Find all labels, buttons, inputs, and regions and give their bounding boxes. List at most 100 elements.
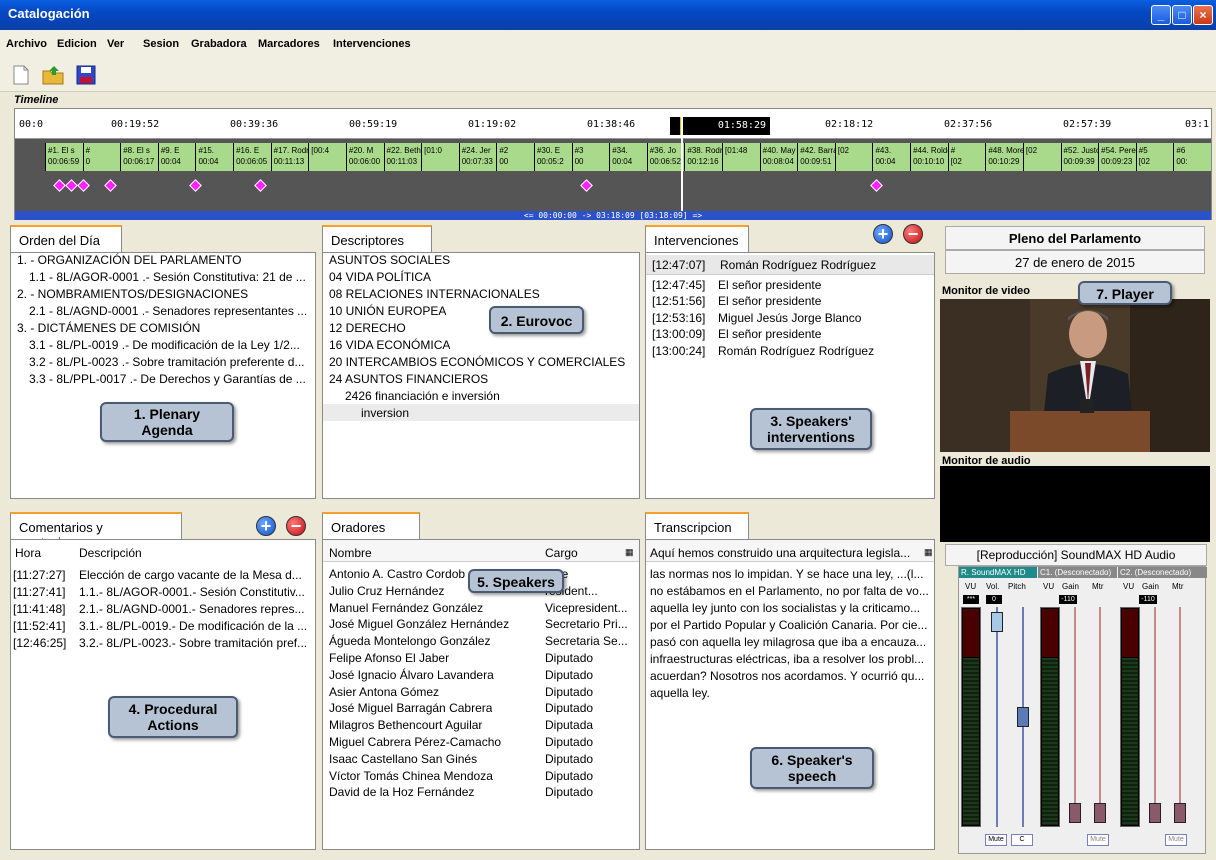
descriptor-item[interactable]: inversion <box>361 406 409 420</box>
agenda-item[interactable]: 1. - ORGANIZACIÓN DEL PARLAMENTO <box>17 253 241 267</box>
open-folder-icon[interactable] <box>42 64 64 86</box>
timeline-segment[interactable]: #30. E 00:05:2 <box>533 143 572 171</box>
timeline-segment[interactable]: [02 <box>1022 143 1061 171</box>
speaker-name[interactable]: José Miguel Barragán Cabrera <box>329 701 492 715</box>
speaker-name[interactable]: Antonio A. Castro Cordob <box>329 567 465 581</box>
playhead[interactable] <box>681 109 683 211</box>
speaker-role[interactable]: Diputado <box>545 785 637 799</box>
speaker-role[interactable]: Vicepresident... <box>545 601 637 615</box>
intervention-time[interactable]: [13:00:24] <box>652 344 705 358</box>
save-icon[interactable] <box>75 64 97 86</box>
timeline-segment[interactable]: #36. Jo 00:06:52 <box>646 143 685 171</box>
timeline-segment[interactable]: #20. M 00:06:00 <box>345 143 384 171</box>
column-descripcion[interactable]: Descripción <box>79 546 142 560</box>
timeline-segment[interactable]: #8. El s 00:06:17 <box>120 143 158 171</box>
mixer-channel-3[interactable]: C2. (Desconectado) <box>1118 567 1207 578</box>
mute-button[interactable]: Mute <box>1165 834 1187 846</box>
transcript-line[interactable]: acuerdan? Nosotros nos acordamos. Y ocur… <box>650 669 934 683</box>
close-icon[interactable]: × <box>1193 5 1213 25</box>
agenda-item[interactable]: 3.3 - 8L/PPL-0017 .- De Derechos y Garan… <box>29 372 306 386</box>
comment-text[interactable]: 3.1.- 8L/PL-0019.- De modificación de la… <box>79 619 311 633</box>
comment-time[interactable]: [11:27:27] <box>13 568 66 582</box>
timeline-segment[interactable]: #9. E 00:04 <box>157 143 196 171</box>
speaker-role[interactable]: Diputado <box>545 735 637 749</box>
column-hora[interactable]: Hora <box>15 546 41 560</box>
tab-oradores[interactable]: Oradores <box>322 512 420 540</box>
descriptor-item[interactable]: 24 ASUNTOS FINANCIEROS <box>329 372 488 386</box>
descriptor-item[interactable]: 04 VIDA POLÍTICA <box>329 270 431 284</box>
timeline-segment[interactable]: [02 <box>834 143 873 171</box>
timeline-segment[interactable]: #40. May 00:08:04 <box>759 143 798 171</box>
intervention-name[interactable]: El señor presidente <box>718 278 821 292</box>
mute-button[interactable]: Mute <box>985 834 1007 846</box>
agenda-item[interactable]: 3.1 - 8L/PL-0019 .- De modificación de l… <box>29 338 300 352</box>
timeline-segment[interactable]: #16. E 00:06:05 <box>233 143 271 171</box>
comment-time[interactable]: [11:27:41] <box>13 585 66 599</box>
speaker-name[interactable]: José Ignacio Álvaro Lavandera <box>329 668 494 682</box>
intervention-name[interactable]: Román Rodríguez Rodríguez <box>718 344 874 358</box>
speaker-role[interactable]: Diputado <box>545 752 637 766</box>
tab-comentarios[interactable]: Comentarios y anotaciones <box>10 512 182 550</box>
speaker-name[interactable]: José Miguel González Hernández <box>329 617 509 631</box>
transcript-line[interactable]: por el Partido Popular y Coalición Canar… <box>650 618 934 632</box>
tab-intervenciones[interactable]: Intervenciones <box>645 225 749 253</box>
gain-fader[interactable] <box>1149 803 1161 823</box>
descriptor-item[interactable]: 10 UNIÓN EUROPEA <box>329 304 446 318</box>
speaker-role[interactable]: Diputado <box>545 651 637 665</box>
descriptor-item[interactable]: 08 RELACIONES INTERNACIONALES <box>329 287 540 301</box>
timeline-ruler[interactable]: 00:0 00:19:52 00:39:36 00:59:19 01:19:02… <box>15 109 1211 139</box>
transcript-line[interactable]: las normas nos lo impidan. Y se hace una… <box>650 567 934 581</box>
marker-diamond[interactable] <box>53 179 66 192</box>
video-monitor[interactable] <box>940 299 1210 452</box>
timeline-segment[interactable]: #17. Rodrígue 00:11:13 <box>270 143 309 171</box>
column-chooser-icon[interactable]: ▦ <box>625 547 634 558</box>
speaker-role[interactable]: Secretaria Se... <box>545 634 637 648</box>
descriptor-item[interactable]: 20 INTERCAMBIOS ECONÓMICOS Y COMERCIALES <box>329 355 625 369</box>
marker-diamond[interactable] <box>65 179 78 192</box>
comment-time[interactable]: [11:41:48] <box>13 602 66 616</box>
speaker-role[interactable]: Diputado <box>545 701 637 715</box>
agenda-item[interactable]: 2. - NOMBRAMIENTOS/DESIGNACIONES <box>17 287 248 301</box>
marker-diamond[interactable] <box>254 179 267 192</box>
timeline-segment[interactable]: #54. Peresl 00:09:23 <box>1098 143 1136 171</box>
gain-fader[interactable] <box>1069 803 1081 823</box>
minimize-icon[interactable]: _ <box>1151 5 1171 25</box>
column-cargo[interactable]: Cargo <box>545 546 578 560</box>
add-intervention-button[interactable]: + <box>873 224 893 244</box>
timeline-segment[interactable]: #15. 00:04 <box>195 143 234 171</box>
timeline-segment[interactable]: #5 [02 <box>1135 143 1174 171</box>
transcript-line[interactable]: no estábamos en el Parlamento, no por fa… <box>650 584 934 598</box>
marker-diamond[interactable] <box>189 179 202 192</box>
marker-diamond[interactable] <box>77 179 90 192</box>
intervention-time[interactable]: [13:00:09] <box>652 327 705 341</box>
comment-text[interactable]: 1.1.- 8L/AGOR-0001.- Sesión Constitutiv.… <box>79 585 311 599</box>
speaker-name[interactable]: Julio Cruz Hernández <box>329 584 444 598</box>
timeline-track[interactable]: #1. El s 00:06:59 #0 #8. El s 00:06:17 #9. E0… <box>15 139 1211 211</box>
timeline-segment[interactable]: [00:4 <box>308 143 346 171</box>
mixer-channel-2[interactable]: C1. (Desconectado) <box>1038 567 1117 578</box>
speaker-role[interactable]: Diputado <box>545 668 637 682</box>
transcript-line[interactable]: Aquí hemos construido una arquitectura l… <box>650 546 920 560</box>
column-nombre[interactable]: Nombre <box>329 546 372 560</box>
menu-ver[interactable]: Ver <box>107 38 124 50</box>
descriptor-item[interactable]: 2426 financiación e inversión <box>345 389 500 403</box>
tab-transcripcion[interactable]: Transcripcion <box>645 512 749 540</box>
c-button[interactable]: C <box>1011 834 1033 846</box>
marker-diamond[interactable] <box>104 179 117 192</box>
agenda-item[interactable]: 1.1 - 8L/AGOR-0001 .- Sesión Constitutiv… <box>29 270 306 284</box>
agenda-item[interactable]: 3. - DICTÁMENES DE COMISIÓN <box>17 321 200 335</box>
comment-text[interactable]: 3.2.- 8L/PL-0023.- Sobre tramitación pre… <box>79 636 311 650</box>
timeline-segment[interactable]: #43. 00:04 <box>872 143 911 171</box>
tab-orden-del-dia[interactable]: Orden del Día <box>10 225 122 253</box>
new-file-icon[interactable] <box>10 64 32 86</box>
timeline-segment[interactable]: [01:0 <box>421 143 459 171</box>
menu-grabadora[interactable]: Grabadora <box>191 38 247 50</box>
timeline-range-bar[interactable]: <= 00:00:00 -> 03:18:09 [03:18:09] => <box>15 211 1211 220</box>
timeline-segment[interactable]: #1. El s 00:06:59 <box>45 143 83 171</box>
agenda-item[interactable]: 2.1 - 8L/AGND-0001 .- Senadores represen… <box>29 304 307 318</box>
remove-intervention-button[interactable]: − <box>903 224 923 244</box>
comment-time[interactable]: [11:52:41] <box>13 619 66 633</box>
menu-marcadores[interactable]: Marcadores <box>258 38 320 50</box>
intervention-name[interactable]: El señor presidente <box>718 327 821 341</box>
timeline-segment[interactable]: #0 <box>82 143 121 171</box>
